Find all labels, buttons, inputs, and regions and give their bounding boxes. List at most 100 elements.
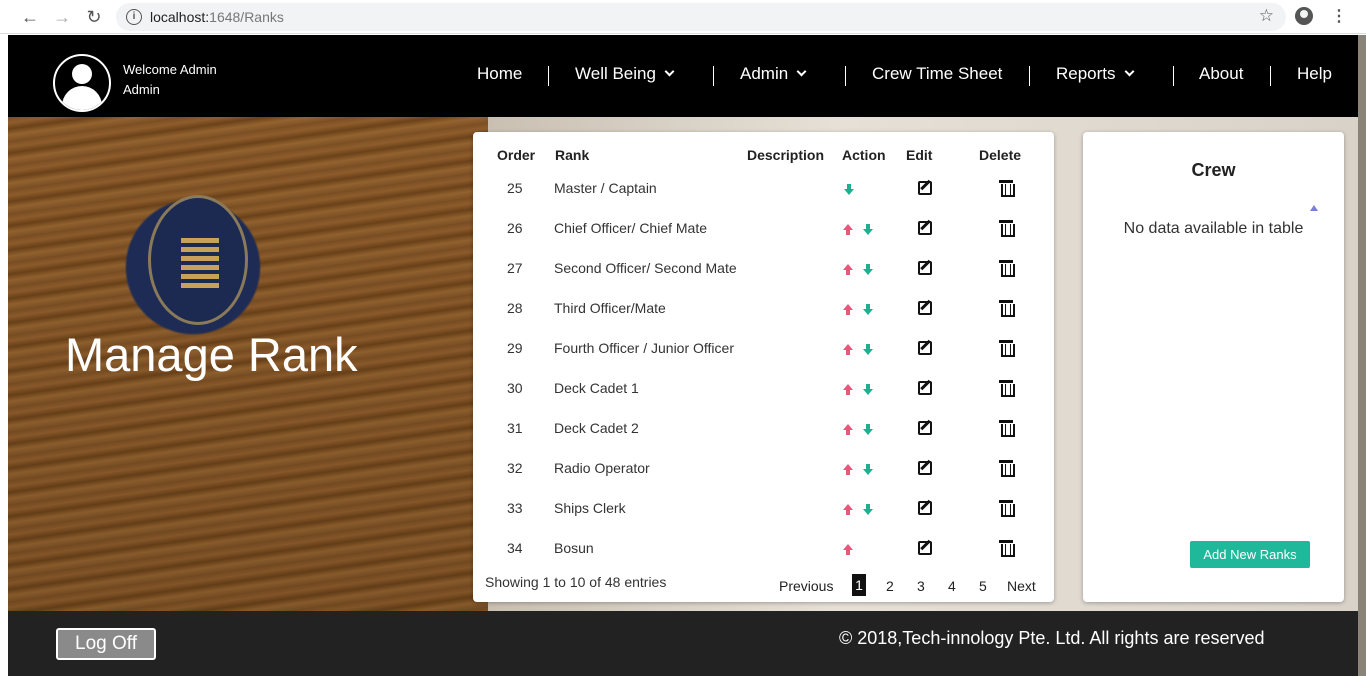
delete-trash-icon[interactable] [999,300,1015,317]
move-up-arrow-icon[interactable] [842,424,854,436]
column-header-description[interactable]: Description [747,147,824,163]
pagination-previous[interactable]: Previous [779,578,833,594]
reload-icon[interactable]: ↻ [82,5,106,29]
move-up-arrow-icon[interactable] [842,384,854,396]
delete-trash-icon[interactable] [999,220,1015,237]
edit-icon[interactable] [918,261,932,275]
edit-icon[interactable] [918,501,932,515]
pagination-page-1[interactable]: 1 [852,574,866,596]
window-edge [1358,35,1366,676]
move-down-arrow-icon[interactable] [862,344,874,356]
menu-kebab-icon[interactable]: ⋮ [1331,6,1347,26]
log-off-button[interactable]: Log Off [56,628,156,660]
crew-card: Crew No data available in table Add New … [1083,132,1344,602]
table-row: 26 Chief Officer/ Chief Mate [473,220,1054,260]
pagination-page-2[interactable]: 2 [886,578,894,594]
edit-icon[interactable] [918,541,932,555]
table-row: 31 Deck Cadet 2 [473,420,1054,460]
move-up-arrow-icon[interactable] [842,464,854,476]
move-down-arrow-icon[interactable] [862,224,874,236]
bookmark-star-icon[interactable]: ☆ [1259,6,1274,26]
column-header-rank[interactable]: Rank [555,147,589,163]
address-bar[interactable]: i localhost:1648/Ranks ☆ [116,3,1286,31]
delete-trash-icon[interactable] [999,260,1015,277]
move-up-arrow-icon[interactable] [842,224,854,236]
nav-reports[interactable]: Reports [1056,64,1134,88]
sort-up-icon[interactable] [1310,205,1318,211]
chevron-down-icon [664,66,675,77]
username-text: Admin [123,82,160,97]
move-up-arrow-icon[interactable] [842,344,854,356]
nav-well-being[interactable]: Well Being [575,64,675,88]
table-row: 25 Master / Captain [473,180,1054,220]
table-row: 33 Ships Clerk [473,500,1054,540]
app-window: Welcome Admin Admin Home Well Being Admi… [8,35,1358,676]
move-up-arrow-icon[interactable] [842,544,854,556]
nav-home[interactable]: Home [477,64,522,88]
rank-cell: Ships Clerk [554,500,626,516]
delete-trash-icon[interactable] [999,340,1015,357]
rank-cell: Deck Cadet 1 [554,380,639,396]
move-down-arrow-icon[interactable] [862,304,874,316]
order-cell: 30 [507,380,523,396]
delete-trash-icon[interactable] [999,500,1015,517]
delete-trash-icon[interactable] [999,420,1015,437]
delete-trash-icon[interactable] [999,460,1015,477]
delete-trash-icon[interactable] [999,540,1015,557]
edit-icon[interactable] [918,381,932,395]
user-avatar-icon [53,54,111,112]
back-icon[interactable]: ← [18,5,42,29]
order-cell: 32 [507,460,523,476]
add-new-ranks-button[interactable]: Add New Ranks [1190,541,1310,568]
edit-icon[interactable] [918,421,932,435]
order-cell: 31 [507,420,523,436]
rank-cell: Master / Captain [554,180,657,196]
table-row: 29 Fourth Officer / Junior Officer [473,340,1054,380]
order-cell: 29 [507,340,523,356]
move-up-arrow-icon[interactable] [842,304,854,316]
move-down-arrow-icon[interactable] [862,464,874,476]
edit-icon[interactable] [918,301,932,315]
edit-icon[interactable] [918,461,932,475]
welcome-block: Welcome Admin Admin [123,60,217,100]
move-down-arrow-icon[interactable] [862,384,874,396]
edit-icon[interactable] [918,341,932,355]
order-cell: 26 [507,220,523,236]
crew-empty-message: No data available in table [1123,220,1304,237]
rank-cell: Deck Cadet 2 [554,420,639,436]
order-cell: 27 [507,260,523,276]
order-cell: 25 [507,180,523,196]
table-row: 30 Deck Cadet 1 [473,380,1054,420]
account-icon[interactable] [1295,7,1313,25]
nav-crew-time-sheet[interactable]: Crew Time Sheet [872,64,1002,88]
rank-cell: Second Officer/ Second Mate [554,260,737,276]
move-down-arrow-icon[interactable] [862,424,874,436]
pagination-page-3[interactable]: 3 [917,578,925,594]
move-up-arrow-icon[interactable] [842,264,854,276]
nav-about[interactable]: About [1199,64,1243,88]
edit-icon[interactable] [918,221,932,235]
column-header-action: Action [842,147,886,163]
pagination-next[interactable]: Next [1007,578,1036,594]
move-down-arrow-icon[interactable] [862,264,874,276]
copyright-text: © 2018,Tech-innology Pte. Ltd. All right… [839,628,1265,648]
nav-admin[interactable]: Admin [740,64,807,88]
footer: Log Off © 2018,Tech-innology Pte. Ltd. A… [8,611,1358,676]
move-down-arrow-icon[interactable] [862,504,874,516]
order-cell: 33 [507,500,523,516]
rank-cell: Radio Operator [554,460,650,476]
delete-trash-icon[interactable] [999,180,1015,197]
forward-icon[interactable]: → [50,5,74,29]
pagination-page-4[interactable]: 4 [948,578,956,594]
order-cell: 28 [507,300,523,316]
edit-icon[interactable] [918,181,932,195]
site-info-icon[interactable]: i [126,9,142,25]
column-header-edit: Edit [906,147,933,163]
ranks-table-card: Order Rank Description Action Edit Delet… [473,132,1054,602]
pagination-page-5[interactable]: 5 [979,578,987,594]
delete-trash-icon[interactable] [999,380,1015,397]
nav-help[interactable]: Help [1297,64,1332,88]
move-down-arrow-icon[interactable] [843,184,855,196]
column-header-order[interactable]: Order [497,147,535,163]
move-up-arrow-icon[interactable] [842,504,854,516]
